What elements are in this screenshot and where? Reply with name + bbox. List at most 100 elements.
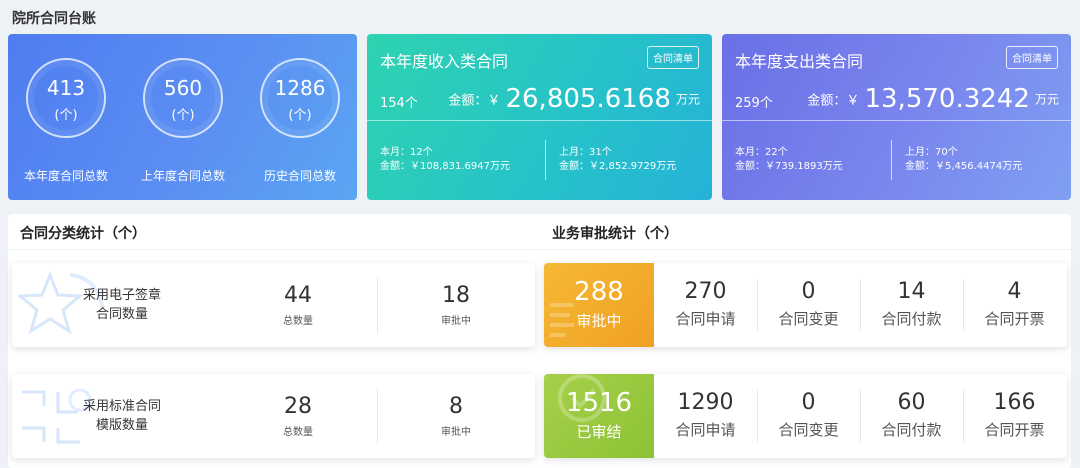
income-amount-row: 金额：￥ 26,805.6168 万元 bbox=[448, 84, 700, 114]
audit-item-payment[interactable]: 60 合同付款 bbox=[860, 374, 963, 458]
pending-metric: 18 审批中 bbox=[396, 283, 516, 327]
category-label-line: 模版数量 bbox=[95, 418, 148, 433]
expense-card-title: 本年度支出类合同 bbox=[735, 52, 864, 71]
audit-item-value: 14 bbox=[897, 279, 926, 304]
audit-item-label: 合同付款 bbox=[881, 421, 942, 439]
audit-item-value: 270 bbox=[684, 279, 727, 304]
audit-item-value: 0 bbox=[801, 390, 816, 415]
audit-pending-head[interactable]: 288 审批中 bbox=[544, 263, 654, 347]
income-card-title: 本年度收入类合同 bbox=[380, 52, 509, 71]
audit-item-label: 合同付款 bbox=[881, 310, 942, 328]
category-section-title: 合同分类统计（个） bbox=[20, 226, 146, 242]
audit-item-change[interactable]: 0 合同变更 bbox=[757, 374, 860, 458]
stat-value: 560 bbox=[163, 76, 203, 100]
pending-value: 8 bbox=[449, 394, 463, 419]
audit-done-head[interactable]: 1516 已审结 bbox=[544, 374, 654, 458]
audit-item-invoice[interactable]: 4 合同开票 bbox=[963, 263, 1066, 347]
stat-label: 本年度合同总数 bbox=[23, 169, 108, 183]
amount-unit: 万元 bbox=[1034, 92, 1059, 107]
last-month-amount: 金额：￥2,852.9729万元 bbox=[559, 161, 677, 172]
expense-amount-value: 13,570.3242 bbox=[864, 84, 1030, 114]
category-label-line: 合同数量 bbox=[95, 307, 148, 322]
pending-value: 18 bbox=[442, 283, 470, 308]
total-metric: 28 总数量 bbox=[238, 394, 358, 438]
income-amount-value: 26,805.6168 bbox=[505, 84, 671, 114]
category-label-line: 采用电子签章 bbox=[82, 288, 161, 303]
stat-unit: (个) bbox=[288, 108, 312, 123]
income-last-month: 上月：31个 金额：￥2,852.9729万元 bbox=[559, 146, 676, 174]
divider bbox=[377, 277, 378, 333]
audit-item-label: 合同开票 bbox=[984, 310, 1045, 328]
section-divider bbox=[8, 249, 1071, 250]
expense-this-month: 本月：22个 金额：￥739.1893万元 bbox=[735, 146, 843, 174]
audit-item-invoice[interactable]: 166 合同开票 bbox=[963, 374, 1066, 458]
expense-contract-list-button[interactable]: 合同清单 bbox=[1006, 46, 1058, 69]
category-row-standard-template[interactable]: 采用标准合同 模版数量 28 总数量 8 审批中 bbox=[12, 374, 535, 458]
stat-value: 413 bbox=[46, 76, 86, 100]
divider bbox=[377, 388, 378, 444]
audit-item-value: 4 bbox=[1007, 279, 1022, 304]
pending-label: 审批中 bbox=[441, 316, 471, 327]
audit-item-label: 合同申请 bbox=[675, 310, 736, 328]
expense-amount-row: 金额：￥ 13,570.3242 万元 bbox=[807, 84, 1059, 114]
total-metric: 44 总数量 bbox=[238, 283, 358, 327]
last-month-count: 上月：70个 bbox=[905, 147, 958, 158]
stat-ring-last-year: 560 (个) bbox=[143, 58, 223, 138]
audit-row-in-progress: 288 审批中 270 合同申请 0 合同变更 14 合同付款 4 合同开票 bbox=[544, 263, 1067, 347]
amount-label: 金额：￥ bbox=[807, 93, 860, 109]
stat-unit: (个) bbox=[54, 108, 78, 123]
audit-item-payment[interactable]: 14 合同付款 bbox=[860, 263, 963, 347]
document-decoration-icon bbox=[550, 303, 574, 337]
stat-ring-history: 1286 (个) bbox=[260, 58, 340, 138]
audit-item-application[interactable]: 1290 合同申请 bbox=[654, 374, 757, 458]
expense-last-month: 上月：70个 金额：￥5,456.4474万元 bbox=[905, 146, 1022, 174]
audit-item-application[interactable]: 270 合同申请 bbox=[654, 263, 757, 347]
stat-label: 历史合同总数 bbox=[263, 169, 336, 183]
contract-overview-card: 413 (个) 本年度合同总数 560 (个) 上年度合同总数 1286 (个)… bbox=[8, 34, 357, 200]
category-label: 采用电子签章 合同数量 bbox=[72, 286, 172, 324]
pending-metric: 8 审批中 bbox=[396, 394, 516, 438]
audit-section-title: 业务审批统计（个） bbox=[552, 226, 678, 242]
this-month-amount: 金额：￥739.1893万元 bbox=[735, 161, 843, 172]
total-value: 28 bbox=[284, 394, 312, 419]
this-month-amount: 金额：￥108,831.6947万元 bbox=[380, 161, 510, 172]
stat-label: 上年度合同总数 bbox=[140, 169, 225, 183]
divider bbox=[722, 120, 1071, 121]
audit-item-value: 1290 bbox=[677, 390, 734, 415]
amount-label: 金额：￥ bbox=[448, 93, 501, 109]
this-month-count: 本月：12个 bbox=[380, 147, 433, 158]
this-month-count: 本月：22个 bbox=[735, 147, 788, 158]
amount-unit: 万元 bbox=[675, 92, 700, 107]
pending-label: 审批中 bbox=[441, 427, 471, 438]
last-month-count: 上月：31个 bbox=[559, 147, 612, 158]
audit-item-label: 合同申请 bbox=[675, 421, 736, 439]
audit-item-label: 合同变更 bbox=[778, 310, 839, 328]
stat-unit: (个) bbox=[171, 108, 195, 123]
income-contract-card: 本年度收入类合同 合同清单 154个 金额：￥ 26,805.6168 万元 本… bbox=[367, 34, 712, 200]
category-label-line: 采用标准合同 bbox=[82, 399, 161, 414]
income-this-month: 本月：12个 金额：￥108,831.6947万元 bbox=[380, 146, 510, 174]
divider bbox=[891, 140, 892, 180]
divider bbox=[367, 120, 712, 121]
last-month-amount: 金额：￥5,456.4474万元 bbox=[905, 161, 1023, 172]
check-circle-decoration-icon bbox=[558, 374, 606, 422]
page-title: 院所合同台账 bbox=[12, 11, 96, 27]
divider bbox=[545, 140, 546, 180]
total-label: 总数量 bbox=[283, 427, 313, 438]
audit-item-change[interactable]: 0 合同变更 bbox=[757, 263, 860, 347]
category-row-e-signature[interactable]: 采用电子签章 合同数量 44 总数量 18 审批中 bbox=[12, 263, 535, 347]
stat-value: 1286 bbox=[274, 76, 326, 100]
audit-row-completed: 1516 已审结 1290 合同申请 0 合同变更 60 合同付款 166 合同… bbox=[544, 374, 1067, 458]
audit-item-value: 60 bbox=[897, 390, 926, 415]
audit-item-label: 合同开票 bbox=[984, 421, 1045, 439]
income-contract-list-button[interactable]: 合同清单 bbox=[647, 46, 699, 69]
total-label: 总数量 bbox=[283, 316, 313, 327]
income-count: 154个 bbox=[380, 96, 418, 111]
expense-contract-card: 本年度支出类合同 合同清单 259个 金额：￥ 13,570.3242 万元 本… bbox=[722, 34, 1071, 200]
expense-count: 259个 bbox=[735, 96, 773, 111]
category-label: 采用标准合同 模版数量 bbox=[72, 397, 172, 435]
stat-ring-current-year: 413 (个) bbox=[26, 58, 106, 138]
total-value: 44 bbox=[284, 283, 312, 308]
audit-item-value: 0 bbox=[801, 279, 816, 304]
audit-item-label: 合同变更 bbox=[778, 421, 839, 439]
